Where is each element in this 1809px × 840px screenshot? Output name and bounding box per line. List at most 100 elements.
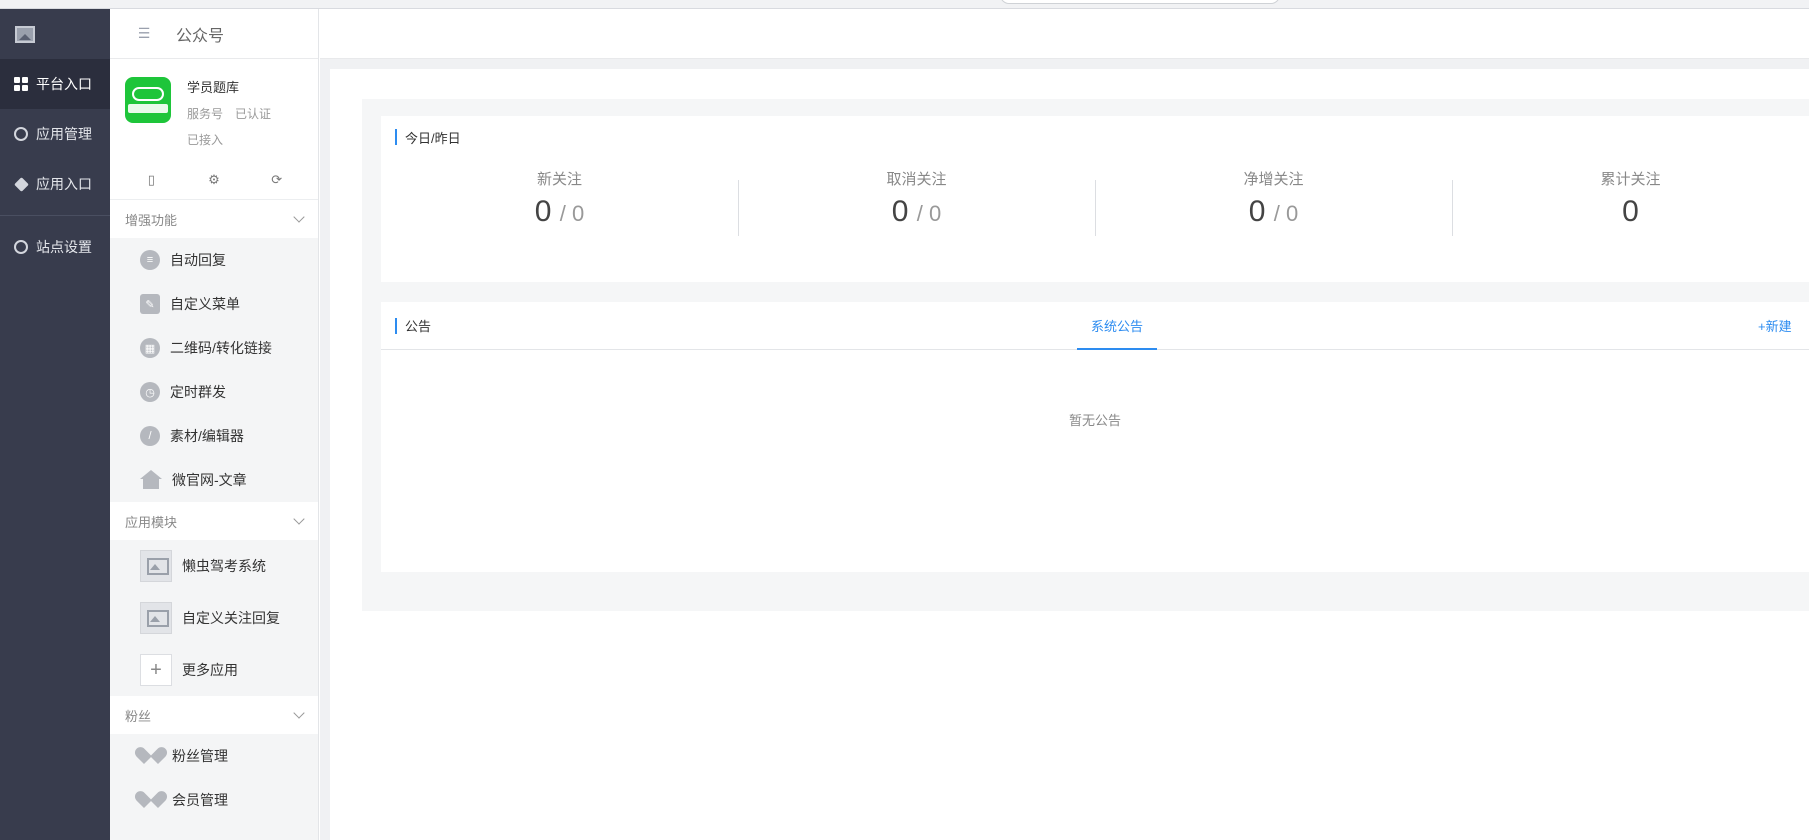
section-label: 增强功能 bbox=[125, 212, 178, 228]
section-modules[interactable]: 应用模块 bbox=[110, 502, 318, 540]
mobile-icon[interactable]: ▯ bbox=[143, 172, 159, 188]
app-manage-icon bbox=[13, 126, 29, 142]
stat-yesterday: / 0 bbox=[559, 201, 585, 226]
sidebar-item-app-manage[interactable]: 应用管理 bbox=[0, 109, 110, 159]
chat-icon: ≡ bbox=[140, 250, 160, 270]
section-enhance[interactable]: 增强功能 bbox=[110, 200, 318, 238]
globe-icon bbox=[13, 239, 29, 255]
nav-custom-menu[interactable]: ✎ 自定义菜单 bbox=[110, 282, 318, 326]
gear-icon[interactable]: ⚙ bbox=[206, 172, 222, 188]
sidebar-item-label: 站点设置 bbox=[36, 239, 92, 255]
collapse-menu-icon[interactable]: ☰ bbox=[126, 25, 162, 42]
nav-label: 自定义菜单 bbox=[170, 296, 240, 312]
sidebar-item-platform[interactable]: 平台入口 bbox=[0, 59, 110, 109]
stat-total-follow: 累计关注 0 bbox=[1452, 170, 1809, 236]
browser-top-strip bbox=[0, 0, 1809, 9]
account-panel: ☰ 公众号 学员题库 服务号 已认证 已接入 ▯ ⚙ ⟳ 增强功能 ≡ 自动回复 ✎… bbox=[110, 9, 319, 840]
empty-notice-text: 暂无公告 bbox=[1068, 413, 1121, 428]
dashboard-wrap: 今日/昨日 新关注 0 / 0 取消关注 0 / 0 净增关注 0 / 0 累计… bbox=[362, 99, 1809, 611]
nav-auto-reply[interactable]: ≡ 自动回复 bbox=[110, 238, 318, 282]
sidebar-divider bbox=[0, 215, 110, 216]
more-apps-item[interactable]: + 更多应用 bbox=[110, 644, 318, 696]
heart-icon bbox=[140, 790, 162, 810]
module-label: 懒虫驾考系统 bbox=[182, 558, 266, 574]
document-icon: ✎ bbox=[140, 294, 160, 314]
module-label: 自定义关注回复 bbox=[182, 610, 280, 626]
content-card: 今日/昨日 新关注 0 / 0 取消关注 0 / 0 净增关注 0 / 0 累计… bbox=[330, 69, 1809, 840]
stat-label: 新关注 bbox=[536, 171, 582, 188]
nav-label: 素材/编辑器 bbox=[170, 428, 244, 444]
chevron-down-icon bbox=[293, 211, 305, 223]
account-avatar bbox=[125, 77, 171, 123]
stat-yesterday: / 0 bbox=[916, 201, 942, 226]
sidebar-item-label: 应用管理 bbox=[36, 126, 92, 142]
account-type: 服务号 bbox=[187, 107, 224, 121]
nav-label: 二维码/转化链接 bbox=[170, 340, 272, 356]
notice-title: 公告 bbox=[381, 316, 431, 335]
pencil-icon: / bbox=[140, 426, 160, 446]
module-thumbnail-icon bbox=[140, 550, 172, 582]
notice-title-text: 公告 bbox=[405, 319, 432, 334]
plus-icon: + bbox=[140, 654, 172, 686]
sidebar-item-site-settings[interactable]: 站点设置 bbox=[0, 222, 110, 272]
sidebar-item-app-entry[interactable]: 应用入口 bbox=[0, 159, 110, 209]
tab-system-notice[interactable]: 系统公告 bbox=[1077, 302, 1158, 350]
stat-label: 净增关注 bbox=[1243, 171, 1304, 188]
notice-box: 公告 系统公告 +新建 暂无公告 bbox=[381, 302, 1809, 572]
qrcode-icon: ▦ bbox=[140, 338, 160, 358]
account-verified: 已认证 bbox=[235, 107, 272, 121]
more-apps-label: 更多应用 bbox=[182, 662, 238, 678]
module-item-follow-reply[interactable]: 自定义关注回复 bbox=[110, 592, 318, 644]
sidebar-item-label: 平台入口 bbox=[36, 76, 92, 92]
section-label: 应用模块 bbox=[125, 514, 178, 530]
nav-label: 微官网-文章 bbox=[172, 472, 247, 488]
sidebar-item-label: 应用入口 bbox=[36, 176, 92, 192]
panel-header: ☰ 公众号 bbox=[110, 9, 318, 59]
cube-icon bbox=[13, 176, 29, 192]
main-sidebar: 平台入口 应用管理 应用入口 站点设置 bbox=[0, 9, 110, 840]
nav-qrcode[interactable]: ▦ 二维码/转化链接 bbox=[110, 326, 318, 370]
main-header-bar bbox=[320, 9, 1809, 59]
nav-material-editor[interactable]: / 素材/编辑器 bbox=[110, 414, 318, 458]
stat-label: 累计关注 bbox=[1600, 171, 1661, 188]
stat-label: 取消关注 bbox=[886, 171, 947, 188]
module-item-driving[interactable]: 懒虫驾考系统 bbox=[110, 540, 318, 592]
chevron-down-icon bbox=[293, 707, 305, 719]
chevron-down-icon bbox=[293, 513, 305, 525]
account-card: 学员题库 服务号 已认证 已接入 bbox=[110, 59, 318, 160]
heart-icon bbox=[140, 746, 162, 766]
stats-box: 今日/昨日 新关注 0 / 0 取消关注 0 / 0 净增关注 0 / 0 累计… bbox=[381, 116, 1809, 282]
section-fans[interactable]: 粉丝 bbox=[110, 696, 318, 734]
panel-title: 公众号 bbox=[176, 27, 225, 45]
address-bar-fragment bbox=[1000, 0, 1280, 4]
section-label: 粉丝 bbox=[125, 708, 152, 724]
clock-icon: ◷ bbox=[140, 382, 160, 402]
grid-icon bbox=[13, 76, 29, 92]
nav-member-manage[interactable]: 会员管理 bbox=[110, 778, 318, 822]
image-placeholder-icon bbox=[15, 25, 35, 43]
stat-new-follow: 新关注 0 / 0 bbox=[381, 170, 738, 232]
account-status: 已接入 bbox=[187, 133, 224, 147]
stats-title: 今日/昨日 bbox=[381, 116, 1809, 158]
nav-label: 定时群发 bbox=[170, 384, 226, 400]
stats-row: 新关注 0 / 0 取消关注 0 / 0 净增关注 0 / 0 累计关注 0 bbox=[381, 170, 1809, 236]
stat-net-follow: 净增关注 0 / 0 bbox=[1095, 170, 1452, 236]
refresh-icon[interactable]: ⟳ bbox=[269, 172, 285, 188]
stat-today: 0 bbox=[891, 195, 909, 228]
stat-today: 0 bbox=[1622, 195, 1639, 228]
stat-yesterday: / 0 bbox=[1273, 201, 1299, 226]
stats-title-text: 今日/昨日 bbox=[405, 130, 461, 146]
nav-label: 粉丝管理 bbox=[172, 748, 228, 764]
account-tools: ▯ ⚙ ⟳ bbox=[110, 160, 318, 200]
nav-fans-manage[interactable]: 粉丝管理 bbox=[110, 734, 318, 778]
nav-micro-site[interactable]: 微官网-文章 bbox=[110, 458, 318, 502]
notice-header: 公告 系统公告 +新建 bbox=[381, 302, 1809, 350]
site-logo[interactable] bbox=[0, 9, 110, 59]
main-content: 今日/昨日 新关注 0 / 0 取消关注 0 / 0 净增关注 0 / 0 累计… bbox=[320, 59, 1809, 840]
new-notice-link[interactable]: +新建 bbox=[1758, 316, 1809, 335]
stat-today: 0 bbox=[534, 195, 552, 228]
nav-scheduled-send[interactable]: ◷ 定时群发 bbox=[110, 370, 318, 414]
stat-today: 0 bbox=[1248, 195, 1266, 228]
nav-label: 会员管理 bbox=[172, 792, 228, 808]
module-thumbnail-icon bbox=[140, 602, 172, 634]
